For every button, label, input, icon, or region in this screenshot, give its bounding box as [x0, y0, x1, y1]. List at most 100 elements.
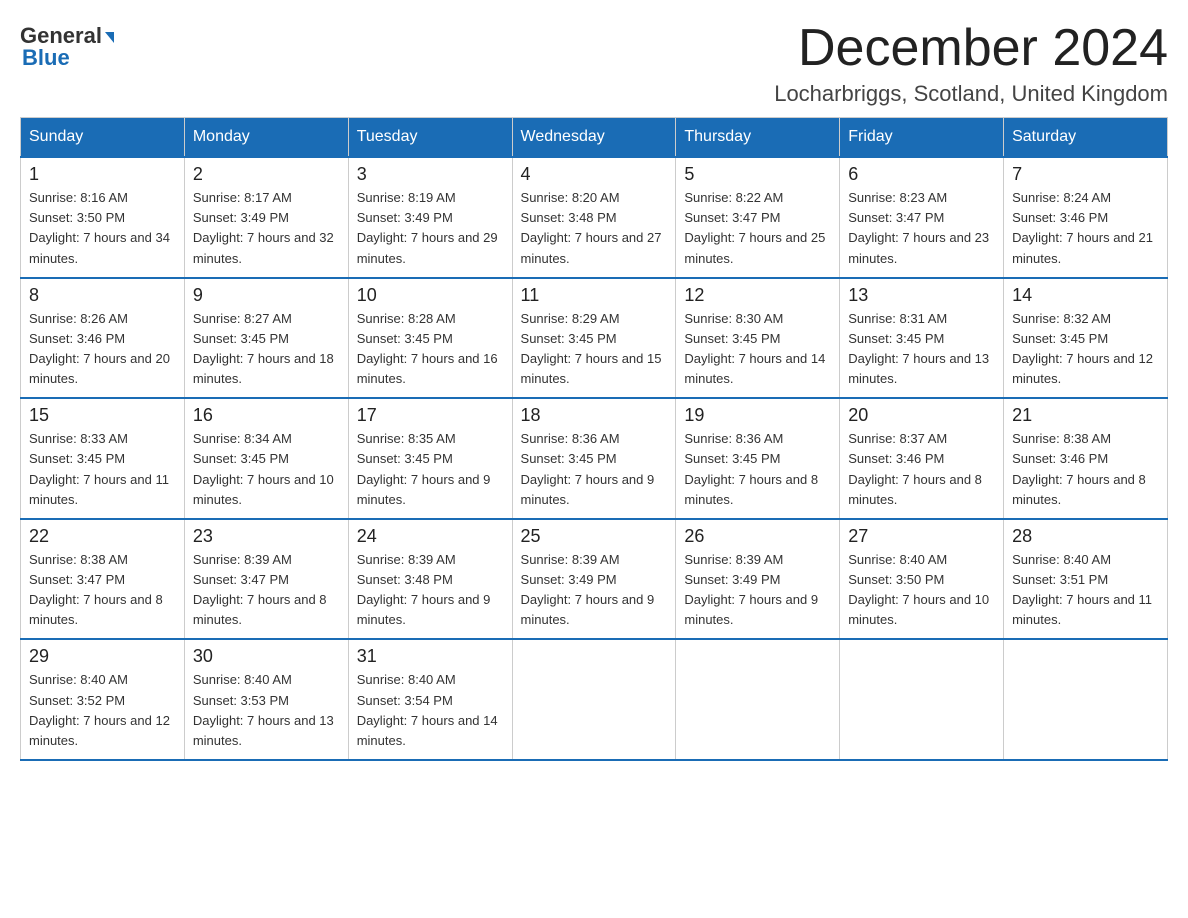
calendar-day-cell: 11Sunrise: 8:29 AMSunset: 3:45 PMDayligh… [512, 278, 676, 399]
day-info: Sunrise: 8:36 AMSunset: 3:45 PMDaylight:… [521, 429, 668, 510]
calendar-day-cell: 28 Sunrise: 8:40 AMSunset: 3:51 PMDayligh… [1004, 519, 1168, 640]
calendar-day-cell: 21Sunrise: 8:38 AMSunset: 3:46 PMDayligh… [1004, 398, 1168, 519]
day-number: 5 [684, 164, 831, 185]
day-number: 24 [357, 526, 504, 547]
day-number: 1 [29, 164, 176, 185]
logo-top: General [20, 25, 114, 47]
day-info: Sunrise: 8:38 AMSunset: 3:46 PMDaylight:… [1012, 429, 1159, 510]
day-of-week-header: Tuesday [348, 118, 512, 158]
calendar-day-cell: 14Sunrise: 8:32 AMSunset: 3:45 PMDayligh… [1004, 278, 1168, 399]
day-number: 31 [357, 646, 504, 667]
month-title: December 2024 [774, 20, 1168, 77]
day-info: Sunrise: 8:17 AMSunset: 3:49 PMDaylight:… [193, 188, 340, 269]
day-number: 26 [684, 526, 831, 547]
day-info: Sunrise: 8:20 AMSunset: 3:48 PMDaylight:… [521, 188, 668, 269]
day-info: Sunrise: 8:19 AMSunset: 3:49 PMDaylight:… [357, 188, 504, 269]
calendar-day-cell: 22 Sunrise: 8:38 AMSunset: 3:47 PMDayligh… [21, 519, 185, 640]
day-info: Sunrise: 8:39 AMSunset: 3:47 PMDaylight:… [193, 550, 340, 631]
calendar-day-cell: 27 Sunrise: 8:40 AMSunset: 3:50 PMDayligh… [840, 519, 1004, 640]
day-number: 15 [29, 405, 176, 426]
calendar-day-cell: 8Sunrise: 8:26 AMSunset: 3:46 PMDaylight… [21, 278, 185, 399]
day-number: 18 [521, 405, 668, 426]
day-info: Sunrise: 8:35 AMSunset: 3:45 PMDaylight:… [357, 429, 504, 510]
calendar-day-cell: 23 Sunrise: 8:39 AMSunset: 3:47 PMDayligh… [184, 519, 348, 640]
calendar-day-cell: 12 Sunrise: 8:30 AMSunset: 3:45 PMDayligh… [676, 278, 840, 399]
calendar-day-cell: 4 Sunrise: 8:20 AMSunset: 3:48 PMDaylight… [512, 157, 676, 278]
title-block: December 2024 Locharbriggs, Scotland, Un… [774, 20, 1168, 107]
day-number: 17 [357, 405, 504, 426]
day-of-week-header: Saturday [1004, 118, 1168, 158]
calendar-week-row: 15 Sunrise: 8:33 AMSunset: 3:45 PMDayligh… [21, 398, 1168, 519]
day-number: 19 [684, 405, 831, 426]
day-of-week-header: Wednesday [512, 118, 676, 158]
day-info: Sunrise: 8:29 AMSunset: 3:45 PMDaylight:… [521, 309, 668, 390]
calendar-day-cell: 10 Sunrise: 8:28 AMSunset: 3:45 PMDayligh… [348, 278, 512, 399]
day-info: Sunrise: 8:40 AMSunset: 3:51 PMDaylight:… [1012, 550, 1159, 631]
calendar-day-cell: 16Sunrise: 8:34 AMSunset: 3:45 PMDayligh… [184, 398, 348, 519]
day-number: 12 [684, 285, 831, 306]
day-info: Sunrise: 8:30 AMSunset: 3:45 PMDaylight:… [684, 309, 831, 390]
day-number: 3 [357, 164, 504, 185]
page-header: General Blue December 2024 Locharbriggs,… [20, 20, 1168, 107]
day-number: 29 [29, 646, 176, 667]
day-info: Sunrise: 8:23 AMSunset: 3:47 PMDaylight:… [848, 188, 995, 269]
calendar-day-cell: 19 Sunrise: 8:36 AMSunset: 3:45 PMDayligh… [676, 398, 840, 519]
day-info: Sunrise: 8:40 AMSunset: 3:54 PMDaylight:… [357, 670, 504, 751]
calendar-day-cell: 31 Sunrise: 8:40 AMSunset: 3:54 PMDayligh… [348, 639, 512, 760]
day-number: 28 [1012, 526, 1159, 547]
day-info: Sunrise: 8:28 AMSunset: 3:45 PMDaylight:… [357, 309, 504, 390]
day-of-week-header: Sunday [21, 118, 185, 158]
calendar-week-row: 1 Sunrise: 8:16 AMSunset: 3:50 PMDaylight… [21, 157, 1168, 278]
calendar-day-cell: 3 Sunrise: 8:19 AMSunset: 3:49 PMDaylight… [348, 157, 512, 278]
day-number: 10 [357, 285, 504, 306]
calendar-day-cell: 9 Sunrise: 8:27 AMSunset: 3:45 PMDaylight… [184, 278, 348, 399]
calendar-day-cell: 13 Sunrise: 8:31 AMSunset: 3:45 PMDayligh… [840, 278, 1004, 399]
logo: General Blue [20, 20, 114, 71]
calendar-header-row: SundayMondayTuesdayWednesdayThursdayFrid… [21, 118, 1168, 158]
calendar-day-cell: 2Sunrise: 8:17 AMSunset: 3:49 PMDaylight… [184, 157, 348, 278]
day-number: 30 [193, 646, 340, 667]
day-number: 27 [848, 526, 995, 547]
day-info: Sunrise: 8:16 AMSunset: 3:50 PMDaylight:… [29, 188, 176, 269]
calendar-day-cell: 29 Sunrise: 8:40 AMSunset: 3:52 PMDayligh… [21, 639, 185, 760]
calendar-day-cell: 5 Sunrise: 8:22 AMSunset: 3:47 PMDaylight… [676, 157, 840, 278]
calendar-week-row: 22 Sunrise: 8:38 AMSunset: 3:47 PMDayligh… [21, 519, 1168, 640]
day-info: Sunrise: 8:39 AMSunset: 3:49 PMDaylight:… [684, 550, 831, 631]
day-info: Sunrise: 8:24 AMSunset: 3:46 PMDaylight:… [1012, 188, 1159, 269]
day-info: Sunrise: 8:40 AMSunset: 3:53 PMDaylight:… [193, 670, 340, 751]
day-number: 23 [193, 526, 340, 547]
day-info: Sunrise: 8:39 AMSunset: 3:49 PMDaylight:… [521, 550, 668, 631]
calendar-week-row: 29 Sunrise: 8:40 AMSunset: 3:52 PMDayligh… [21, 639, 1168, 760]
calendar-day-cell: 1 Sunrise: 8:16 AMSunset: 3:50 PMDaylight… [21, 157, 185, 278]
calendar-day-cell: 20Sunrise: 8:37 AMSunset: 3:46 PMDayligh… [840, 398, 1004, 519]
day-number: 13 [848, 285, 995, 306]
calendar-day-cell: 6 Sunrise: 8:23 AMSunset: 3:47 PMDaylight… [840, 157, 1004, 278]
day-info: Sunrise: 8:37 AMSunset: 3:46 PMDaylight:… [848, 429, 995, 510]
day-number: 14 [1012, 285, 1159, 306]
day-info: Sunrise: 8:33 AMSunset: 3:45 PMDaylight:… [29, 429, 176, 510]
day-number: 16 [193, 405, 340, 426]
day-info: Sunrise: 8:31 AMSunset: 3:45 PMDaylight:… [848, 309, 995, 390]
day-number: 9 [193, 285, 340, 306]
day-number: 4 [521, 164, 668, 185]
day-of-week-header: Monday [184, 118, 348, 158]
calendar-day-cell [1004, 639, 1168, 760]
calendar-day-cell: 18 Sunrise: 8:36 AMSunset: 3:45 PMDayligh… [512, 398, 676, 519]
calendar-day-cell: 17 Sunrise: 8:35 AMSunset: 3:45 PMDayligh… [348, 398, 512, 519]
day-info: Sunrise: 8:40 AMSunset: 3:52 PMDaylight:… [29, 670, 176, 751]
day-number: 7 [1012, 164, 1159, 185]
calendar-day-cell: 15 Sunrise: 8:33 AMSunset: 3:45 PMDayligh… [21, 398, 185, 519]
calendar-day-cell [676, 639, 840, 760]
day-number: 22 [29, 526, 176, 547]
day-number: 6 [848, 164, 995, 185]
calendar-week-row: 8Sunrise: 8:26 AMSunset: 3:46 PMDaylight… [21, 278, 1168, 399]
day-info: Sunrise: 8:39 AMSunset: 3:48 PMDaylight:… [357, 550, 504, 631]
day-info: Sunrise: 8:22 AMSunset: 3:47 PMDaylight:… [684, 188, 831, 269]
day-info: Sunrise: 8:40 AMSunset: 3:50 PMDaylight:… [848, 550, 995, 631]
calendar-day-cell [840, 639, 1004, 760]
day-info: Sunrise: 8:38 AMSunset: 3:47 PMDaylight:… [29, 550, 176, 631]
calendar-day-cell: 25Sunrise: 8:39 AMSunset: 3:49 PMDayligh… [512, 519, 676, 640]
day-info: Sunrise: 8:27 AMSunset: 3:45 PMDaylight:… [193, 309, 340, 390]
day-info: Sunrise: 8:36 AMSunset: 3:45 PMDaylight:… [684, 429, 831, 510]
calendar-day-cell: 26 Sunrise: 8:39 AMSunset: 3:49 PMDayligh… [676, 519, 840, 640]
